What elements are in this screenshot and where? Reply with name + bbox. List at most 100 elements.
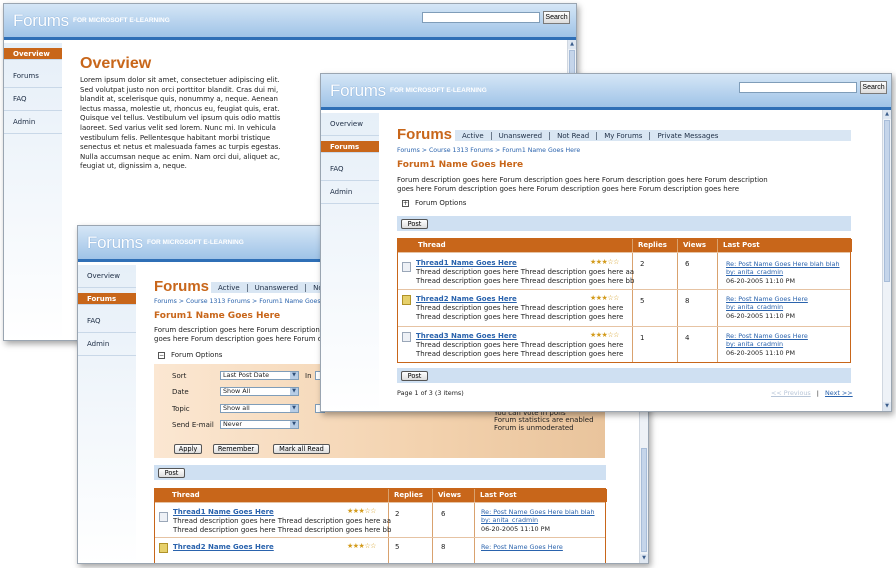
sort-select[interactable]: Last Post Date ▼ — [220, 371, 299, 380]
chevron-down-icon[interactable]: ▼ — [290, 372, 298, 379]
sidebar-item-overview[interactable]: Overview — [321, 113, 379, 136]
thread-title[interactable]: Thread2 Name Goes Here — [173, 543, 274, 551]
col-last-post[interactable]: Last Post — [474, 489, 607, 502]
col-thread[interactable]: Thread — [404, 239, 632, 252]
tab-private-messages[interactable]: Private Messages — [650, 132, 725, 140]
table-row[interactable]: Thread3 Name Goes Here ★★★☆☆ Thread desc… — [398, 326, 850, 363]
scroll-up-icon[interactable]: ▲ — [568, 40, 576, 49]
last-post-author[interactable]: by: anita_cradmin — [726, 268, 840, 276]
apply-button[interactable]: Apply — [174, 444, 202, 454]
scroll-down-icon[interactable]: ▼ — [640, 554, 648, 563]
post-bar — [397, 216, 851, 231]
forum-options-toggle[interactable]: − Forum Options — [158, 348, 222, 362]
sidebar-item-admin[interactable]: Admin — [4, 111, 62, 134]
replies-count: 5 — [395, 543, 400, 551]
forum-description: Forum description goes here Forum descri… — [397, 176, 768, 194]
col-views[interactable]: Views — [432, 489, 474, 502]
last-post-link[interactable]: Re: Post Name Goes Here blah blah — [481, 508, 595, 516]
sidebar-item-forums[interactable]: Forums — [321, 141, 379, 153]
col-views[interactable]: Views — [677, 239, 717, 252]
collapse-icon[interactable]: − — [158, 351, 165, 359]
sidebar-item-overview[interactable]: Overview — [78, 265, 136, 288]
pager-previous[interactable]: << Previous — [771, 389, 811, 397]
tab-unanswered[interactable]: Unanswered — [492, 131, 551, 140]
forum-threads-window: Forums FOR MICROSOFT E-LEARNING Search O… — [320, 73, 892, 412]
thread-title[interactable]: Thread3 Name Goes Here — [416, 332, 517, 340]
breadcrumb[interactable]: Forums > Course 1313 Forums > Forum1 Nam… — [154, 298, 321, 305]
sidebar-item-forums[interactable]: Forums — [78, 293, 136, 305]
last-post-author[interactable]: by: anita_cradmin — [726, 303, 808, 311]
table-row[interactable]: Thread2 Name Goes Here ★★★☆☆ 5 8 Re: Pos… — [155, 537, 605, 563]
last-post: Re: Post Name Goes Here by: anita_cradmi… — [726, 332, 808, 357]
last-post-date: 06-20-2005 11:10 PM — [726, 311, 795, 320]
col-thread[interactable]: Thread — [161, 489, 389, 502]
sidebar-item-overview[interactable]: Overview — [4, 48, 62, 60]
col-replies[interactable]: Replies — [388, 489, 432, 502]
breadcrumb[interactable]: Forums > Course 1313 Forums > Forum1 Nam… — [397, 147, 580, 154]
thread-title[interactable]: Thread1 Name Goes Here — [416, 259, 517, 267]
chevron-down-icon[interactable]: ▼ — [290, 405, 298, 412]
overview-line: lectus massa, molestie ut, rhoncus eu, f… — [80, 104, 280, 113]
tab-active[interactable]: Active — [211, 283, 248, 292]
mark-all-read-button[interactable]: Mark all Read — [273, 444, 330, 454]
scroll-thumb[interactable] — [641, 448, 647, 552]
search-button[interactable]: Search — [543, 11, 570, 24]
chevron-down-icon[interactable]: ▼ — [290, 388, 298, 395]
sidebar-item-faq[interactable]: FAQ — [78, 310, 136, 333]
post-button[interactable]: Post — [158, 468, 185, 478]
overview-line: Lorem ipsum dolor sit amet, consectetuer… — [80, 76, 280, 84]
scrollbar[interactable]: ▲ ▼ — [882, 110, 891, 411]
sort-value: Last Post Date — [223, 371, 270, 379]
thread-desc-line: Thread description goes here Thread desc… — [416, 276, 635, 285]
tab-active[interactable]: Active — [455, 131, 492, 140]
chevron-down-icon[interactable]: ▼ — [290, 421, 298, 428]
scroll-thumb[interactable] — [884, 120, 890, 282]
post-button[interactable]: Post — [401, 219, 428, 229]
search-button[interactable]: Search — [860, 81, 887, 94]
table-row[interactable]: Thread2 Name Goes Here ★★★☆☆ Thread desc… — [398, 289, 850, 326]
rating-stars: ★★★☆☆ — [347, 542, 376, 550]
tab-not-read[interactable]: Not Read — [550, 131, 598, 140]
topic-select[interactable]: Show all ▼ — [220, 404, 299, 413]
table-row[interactable]: Thread1 Name Goes Here ★★★☆☆ Thread desc… — [398, 252, 850, 289]
scroll-down-icon[interactable]: ▼ — [883, 402, 891, 411]
search-input[interactable] — [422, 12, 540, 23]
views-count: 4 — [685, 334, 690, 342]
remember-button[interactable]: Remember — [213, 444, 259, 454]
last-post-author[interactable]: by: anita_cradmin — [481, 516, 595, 524]
thread-title[interactable]: Thread2 Name Goes Here — [416, 295, 517, 303]
col-replies[interactable]: Replies — [632, 239, 677, 252]
forums-heading: Forums — [397, 126, 453, 143]
forum-options-toggle[interactable]: + Forum Options — [402, 196, 466, 210]
last-post-link[interactable]: Re: Post Name Goes Here blah blah — [726, 260, 840, 268]
tab-unanswered[interactable]: Unanswered — [248, 283, 307, 292]
thread-title[interactable]: Thread1 Name Goes Here — [173, 508, 274, 516]
table-row[interactable]: Thread1 Name Goes Here ★★★☆☆ Thread desc… — [155, 502, 605, 537]
pager-next[interactable]: Next >> — [825, 389, 853, 397]
sidebar-item-admin[interactable]: Admin — [321, 181, 379, 204]
sidebar-item-forums[interactable]: Forums — [4, 65, 62, 88]
last-post-link[interactable]: Re: Post Name Goes Here — [481, 543, 563, 551]
last-post: Re: Post Name Goes Here — [481, 543, 563, 551]
thread-desc: Thread description goes here Thread desc… — [416, 268, 634, 285]
sidebar-item-admin[interactable]: Admin — [78, 333, 136, 356]
post-button-bottom[interactable]: Post — [401, 371, 428, 381]
email-select[interactable]: Never ▼ — [220, 420, 299, 429]
date-select[interactable]: Show All ▼ — [220, 387, 299, 396]
last-post: Re: Post Name Goes Here blah blah by: an… — [481, 508, 595, 533]
tab-my-forums[interactable]: My Forums — [597, 131, 651, 140]
site-header: Forums FOR MICROSOFT E-LEARNING Search — [321, 74, 891, 110]
thread-desc: Thread description goes here Thread desc… — [173, 517, 391, 534]
col-last-post[interactable]: Last Post — [717, 239, 852, 252]
scroll-up-icon[interactable]: ▲ — [883, 110, 891, 119]
last-post-link[interactable]: Re: Post Name Goes Here — [726, 332, 808, 340]
thread-desc-line: Thread description goes here Thread desc… — [173, 517, 392, 525]
sidebar-item-faq[interactable]: FAQ — [4, 88, 62, 111]
forum-options-label: Forum Options — [415, 199, 467, 207]
sidebar-item-faq[interactable]: FAQ — [321, 158, 379, 181]
search-input[interactable] — [739, 82, 857, 93]
last-post-link[interactable]: Re: Post Name Goes Here — [726, 295, 808, 303]
overview-line: senectus et netus et malesuada fames ac … — [80, 143, 281, 152]
expand-icon[interactable]: + — [402, 199, 409, 207]
last-post-author[interactable]: by: anita_cradmin — [726, 340, 808, 348]
